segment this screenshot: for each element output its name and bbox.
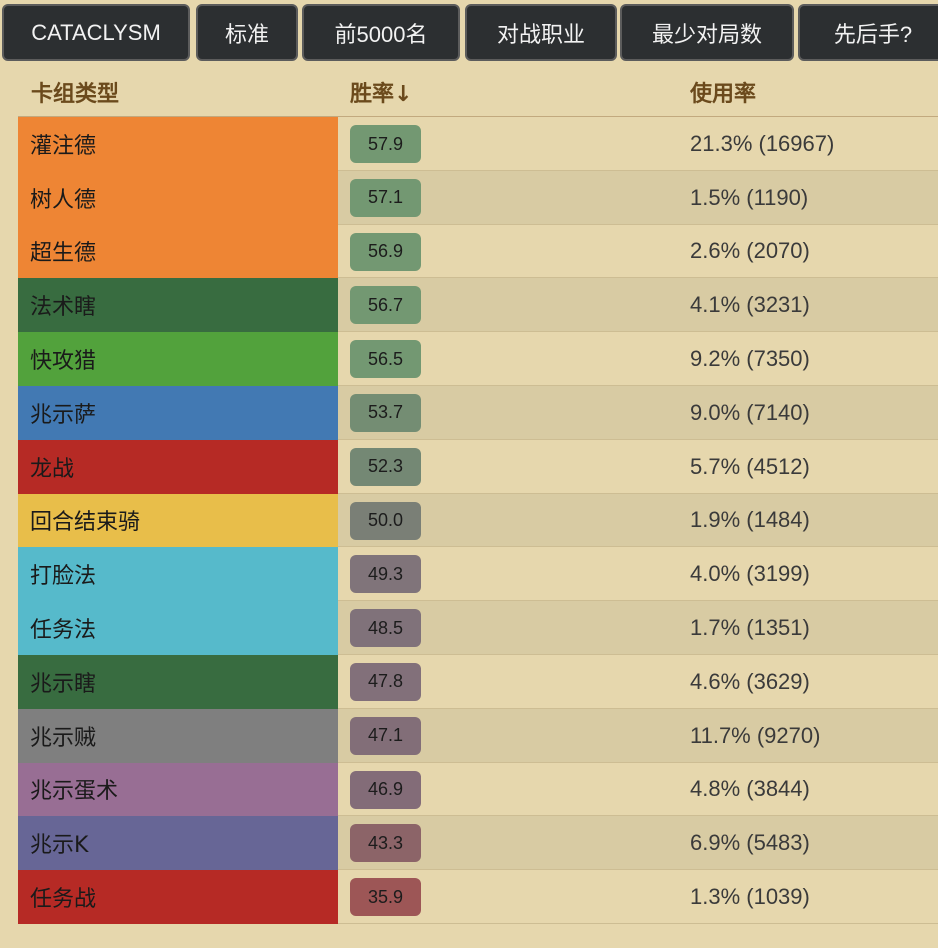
- deck-name[interactable]: 树人德: [18, 170, 338, 225]
- filter-button-5[interactable]: 先后手?: [798, 4, 938, 61]
- row-background: [338, 547, 938, 602]
- column-header-deck-type[interactable]: 卡组类型: [31, 76, 119, 108]
- usage-value: 1.5% (1190): [690, 184, 809, 210]
- winrate-badge: 57.1: [350, 178, 421, 217]
- winrate-badge: 35.9: [350, 878, 421, 917]
- winrate-badge: 48.5: [350, 609, 421, 648]
- deck-name[interactable]: 兆示蛋术: [18, 762, 338, 817]
- usage-value: 1.7% (1351): [690, 615, 810, 641]
- table-header: 卡组类型 胜率↓ 使用率: [18, 68, 938, 119]
- filter-button-2[interactable]: 前5000名: [302, 4, 460, 61]
- deck-name[interactable]: 任务法: [18, 601, 338, 655]
- deck-name[interactable]: 兆示贼: [18, 708, 338, 763]
- deck-name[interactable]: 兆示瞎: [18, 654, 338, 709]
- row-background: [338, 385, 938, 440]
- table-row[interactable]: 打脸法 49.3 4.0% (3199): [18, 547, 938, 602]
- filter-button-3[interactable]: 对战职业: [465, 4, 617, 61]
- winrate-badge: 49.3: [350, 555, 421, 594]
- deck-name[interactable]: 回合结束骑: [18, 493, 338, 548]
- column-header-winrate[interactable]: 胜率↓: [350, 76, 412, 108]
- winrate-badge: 43.3: [350, 824, 421, 863]
- winrate-badge: 56.5: [350, 340, 421, 379]
- deck-name[interactable]: 快攻猎: [18, 332, 338, 386]
- winrate-badge: 47.1: [350, 716, 421, 755]
- usage-value: 4.0% (3199): [690, 561, 810, 587]
- usage-value: 6.9% (5483): [690, 830, 810, 856]
- row-background: [338, 601, 938, 655]
- table-row[interactable]: 兆示蛋术 46.9 4.8% (3844): [18, 762, 938, 817]
- table-row[interactable]: 龙战 52.3 5.7% (4512): [18, 439, 938, 494]
- row-background: [338, 762, 938, 817]
- table-row[interactable]: 任务战 35.9 1.3% (1039): [18, 870, 938, 924]
- row-background: [338, 117, 938, 171]
- deck-table-body: 灌注德 57.9 21.3% (16967) 树人德 57.1 1.5% (1190) 超生…: [18, 117, 938, 924]
- row-background: [338, 332, 938, 386]
- usage-value: 1.3% (1039): [690, 884, 810, 910]
- deck-name[interactable]: 龙战: [18, 439, 338, 494]
- usage-value: 4.8% (3844): [690, 776, 810, 802]
- table-row[interactable]: 树人德 57.1 1.5% (1190): [18, 170, 938, 225]
- usage-value: 4.6% (3629): [690, 668, 810, 694]
- deck-name[interactable]: 打脸法: [18, 547, 338, 602]
- table-row[interactable]: 灌注德 57.9 21.3% (16967): [18, 117, 938, 171]
- filter-button-1[interactable]: 标准: [196, 4, 298, 61]
- table-row[interactable]: 兆示瞎 47.8 4.6% (3629): [18, 654, 938, 709]
- table-row[interactable]: 快攻猎 56.5 9.2% (7350): [18, 332, 938, 386]
- usage-value: 21.3% (16967): [690, 130, 835, 156]
- column-header-usage[interactable]: 使用率: [690, 76, 756, 108]
- winrate-badge: 57.9: [350, 125, 421, 163]
- row-background: [338, 439, 938, 494]
- usage-value: 1.9% (1484): [690, 507, 810, 533]
- deck-name[interactable]: 兆示K: [18, 816, 338, 871]
- winrate-badge: 46.9: [350, 770, 421, 809]
- usage-value: 5.7% (4512): [690, 453, 810, 479]
- deck-name[interactable]: 任务战: [18, 870, 338, 924]
- table-row[interactable]: 兆示贼 47.1 11.7% (9270): [18, 708, 938, 763]
- deck-name[interactable]: 法术瞎: [18, 278, 338, 333]
- table-row[interactable]: 兆示K 43.3 6.9% (5483): [18, 816, 938, 871]
- row-background: [338, 493, 938, 548]
- deck-name[interactable]: 灌注德: [18, 117, 338, 171]
- filter-button-4[interactable]: 最少对局数: [620, 4, 794, 61]
- winrate-badge: 56.9: [350, 232, 421, 271]
- usage-value: 9.0% (7140): [690, 399, 810, 425]
- filter-button-0[interactable]: CATACLYSM: [2, 4, 190, 61]
- table-row[interactable]: 回合结束骑 50.0 1.9% (1484): [18, 493, 938, 548]
- winrate-badge: 53.7: [350, 393, 421, 432]
- table-row[interactable]: 兆示萨 53.7 9.0% (7140): [18, 385, 938, 440]
- deck-name[interactable]: 超生德: [18, 224, 338, 279]
- usage-value: 9.2% (7350): [690, 346, 810, 372]
- table-row[interactable]: 法术瞎 56.7 4.1% (3231): [18, 278, 938, 333]
- usage-value: 4.1% (3231): [690, 292, 810, 318]
- row-background: [338, 170, 938, 225]
- row-background: [338, 278, 938, 333]
- winrate-badge: 56.7: [350, 286, 421, 325]
- winrate-badge: 47.8: [350, 662, 421, 701]
- usage-value: 11.7% (9270): [690, 722, 821, 748]
- deck-name[interactable]: 兆示萨: [18, 385, 338, 440]
- winrate-badge: 52.3: [350, 447, 421, 486]
- row-background: [338, 654, 938, 709]
- row-background: [338, 816, 938, 871]
- table-row[interactable]: 超生德 56.9 2.6% (2070): [18, 224, 938, 279]
- row-background: [338, 224, 938, 279]
- table-row[interactable]: 任务法 48.5 1.7% (1351): [18, 601, 938, 655]
- usage-value: 2.6% (2070): [690, 238, 810, 264]
- row-background: [338, 870, 938, 924]
- row-background: [338, 708, 938, 763]
- winrate-badge: 50.0: [350, 501, 421, 540]
